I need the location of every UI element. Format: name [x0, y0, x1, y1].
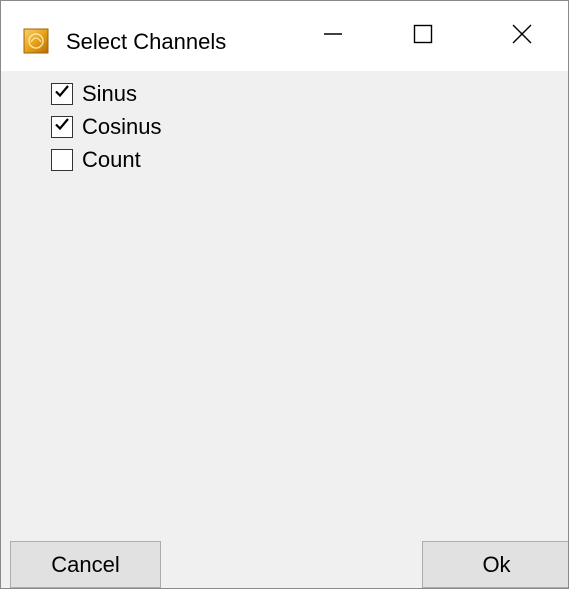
channel-item-cosinus[interactable]: Cosinus	[51, 110, 161, 143]
close-button[interactable]	[477, 1, 567, 71]
minimize-icon	[323, 24, 343, 49]
close-icon	[511, 23, 533, 50]
channel-label: Count	[82, 146, 141, 172]
cancel-button[interactable]: Cancel	[10, 541, 161, 588]
channel-item-count[interactable]: Count	[51, 143, 161, 176]
ok-button[interactable]: Ok	[422, 541, 568, 588]
sinus-checkbox[interactable]	[51, 82, 73, 105]
title-bar[interactable]: Select Channels	[1, 1, 568, 71]
channel-list: Sinus Cosinus Count	[51, 77, 161, 176]
window-title: Select Channels	[66, 29, 227, 54]
maximize-button[interactable]	[378, 1, 468, 71]
minimize-button[interactable]	[288, 1, 378, 71]
select-channels-dialog: Select Channels Sinus Cosinus Count Canc…	[0, 0, 569, 589]
check-icon	[54, 83, 70, 104]
app-icon	[23, 28, 49, 54]
channel-label: Cosinus	[82, 113, 162, 139]
cosinus-checkbox[interactable]	[51, 115, 73, 138]
count-checkbox[interactable]	[51, 148, 73, 171]
check-icon	[54, 116, 70, 137]
channel-item-sinus[interactable]: Sinus	[51, 77, 161, 110]
channel-label: Sinus	[82, 80, 138, 106]
maximize-icon	[413, 24, 433, 49]
